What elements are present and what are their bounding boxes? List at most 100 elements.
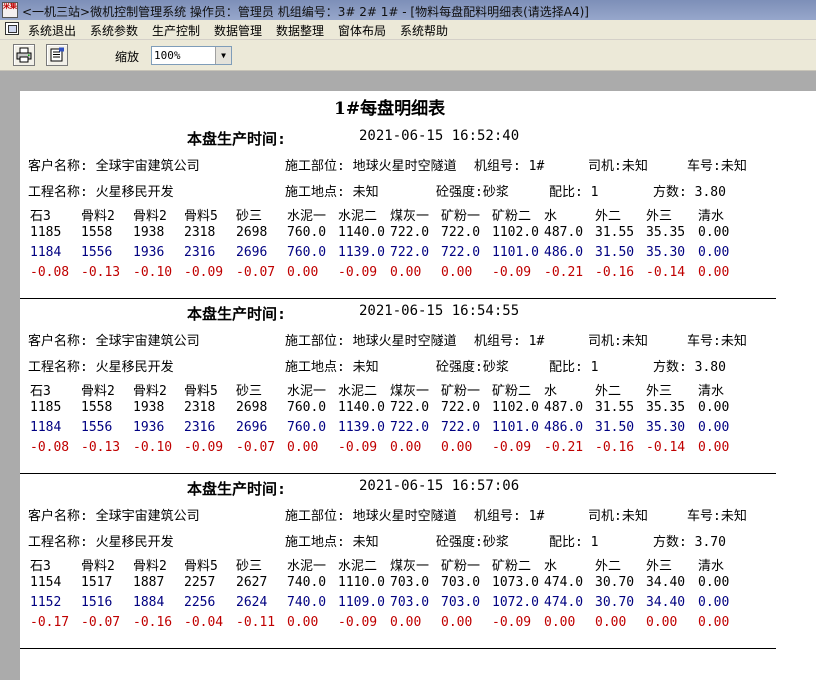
batch-record: 本盘生产时间: 2021-06-15 16:57:06 客户名称: 全球宇宙建筑公司… xyxy=(20,441,816,649)
column-header-cell: 水泥二 xyxy=(338,559,378,574)
driver-name: 司机:未知 xyxy=(588,159,648,174)
set-value-cell: 740.0 xyxy=(287,575,327,590)
column-header-cell: 矿粉二 xyxy=(492,384,532,399)
actual-value-cell: 2696 xyxy=(236,245,268,260)
set-value-cell: 1938 xyxy=(133,225,165,240)
actual-value-cell: 703.0 xyxy=(441,595,481,610)
time-label: 本盘生产时间: xyxy=(187,480,287,498)
actual-value-cell: 486.0 xyxy=(544,245,584,260)
driver-name: 司机:未知 xyxy=(588,509,648,524)
mix-ratio: 配比: 1 xyxy=(549,535,599,550)
export-icon xyxy=(50,47,64,62)
actual-value-cell: 703.0 xyxy=(390,595,430,610)
set-value-cell: 2627 xyxy=(236,575,268,590)
set-value-cell: 760.0 xyxy=(287,400,327,415)
column-header-cell: 水 xyxy=(544,209,558,224)
zoom-select[interactable]: 100% ▼ xyxy=(151,46,232,65)
column-header-cell: 清水 xyxy=(698,384,725,399)
column-header-cell: 水泥二 xyxy=(338,384,378,399)
column-header-cell: 水 xyxy=(544,384,558,399)
column-header-cell: 砂三 xyxy=(236,559,263,574)
construction-site: 施工部位: 地球火星时空隧道 xyxy=(285,509,457,524)
column-header-cell: 骨料2 xyxy=(81,209,115,224)
zoom-label: 缩放 xyxy=(115,50,140,64)
menu-window-layout[interactable]: 窗体布局 xyxy=(338,22,386,39)
volume: 方数: 3.80 xyxy=(653,185,726,200)
column-header-cell: 石3 xyxy=(30,559,51,574)
production-time: 2021-06-15 16:54:55 xyxy=(359,303,520,319)
column-header-cell: 骨料2 xyxy=(133,209,167,224)
construction-location: 施工地点: 未知 xyxy=(285,360,379,375)
chevron-down-icon[interactable]: ▼ xyxy=(215,47,231,64)
customer-name: 客户名称: 全球宇宙建筑公司 xyxy=(28,334,200,349)
set-value-cell: 1154 xyxy=(30,575,62,590)
actual-value-cell: 1101.0 xyxy=(492,420,539,435)
column-header-cell: 石3 xyxy=(30,209,51,224)
actual-value-cell: 35.30 xyxy=(646,420,686,435)
driver-name: 司机:未知 xyxy=(588,334,648,349)
column-header-cell: 外二 xyxy=(595,209,622,224)
actual-value-cell: 2316 xyxy=(184,420,216,435)
set-value-cell: 722.0 xyxy=(390,225,430,240)
column-header-cell: 矿粉二 xyxy=(492,209,532,224)
actual-value-cell: 1556 xyxy=(81,245,113,260)
deviation-value-cell: 0.00 xyxy=(390,615,422,630)
actual-value-cell: 0.00 xyxy=(698,595,730,610)
export-button[interactable] xyxy=(46,44,68,66)
construction-location: 施工地点: 未知 xyxy=(285,185,379,200)
window-title-bar[interactable]: 采集 <一机三站>微机控制管理系统 操作员：管理员 机组编号：3# 2# 1# … xyxy=(0,0,816,20)
deviation-value-cell: 0.00 xyxy=(646,615,678,630)
batch-record: 本盘生产时间: 2021-06-15 16:52:40 客户名称: 全球宇宙建筑公司… xyxy=(20,91,816,299)
menu-system-exit[interactable]: 系统退出 xyxy=(28,22,76,39)
volume: 方数: 3.80 xyxy=(653,360,726,375)
set-value-cell: 1102.0 xyxy=(492,400,539,415)
actual-value-cell: 722.0 xyxy=(390,420,430,435)
customer-name: 客户名称: 全球宇宙建筑公司 xyxy=(28,159,200,174)
menu-production-control[interactable]: 生产控制 xyxy=(152,22,200,39)
set-value-cell: 1517 xyxy=(81,575,113,590)
construction-site: 施工部位: 地球火星时空隧道 xyxy=(285,159,457,174)
set-value-cell: 34.40 xyxy=(646,575,686,590)
deviation-value-cell: -0.16 xyxy=(133,615,173,630)
set-value-cell: 722.0 xyxy=(390,400,430,415)
column-header-cell: 石3 xyxy=(30,384,51,399)
set-value-cell: 2257 xyxy=(184,575,216,590)
set-value-cell: 1887 xyxy=(133,575,165,590)
production-time: 2021-06-15 16:52:40 xyxy=(359,128,520,144)
set-value-cell: 0.00 xyxy=(698,575,730,590)
print-button[interactable] xyxy=(13,44,35,66)
set-value-cell: 31.55 xyxy=(595,400,635,415)
column-header-cell: 骨料5 xyxy=(184,209,218,224)
set-value-cell: 1185 xyxy=(30,400,62,415)
menu-data-management[interactable]: 数据管理 xyxy=(214,22,262,39)
set-value-cell: 1140.0 xyxy=(338,400,385,415)
actual-value-cell: 34.40 xyxy=(646,595,686,610)
column-header-cell: 水泥一 xyxy=(287,559,327,574)
menu-system-params[interactable]: 系统参数 xyxy=(90,22,138,39)
set-value-cell: 2698 xyxy=(236,225,268,240)
column-header-cell: 煤灰一 xyxy=(390,209,430,224)
set-value-cell: 35.35 xyxy=(646,400,686,415)
actual-value-cell: 1516 xyxy=(81,595,113,610)
column-header-cell: 砂三 xyxy=(236,209,263,224)
actual-value-cell: 1556 xyxy=(81,420,113,435)
actual-value-cell: 1936 xyxy=(133,245,165,260)
column-header-cell: 水泥二 xyxy=(338,209,378,224)
time-label: 本盘生产时间: xyxy=(187,305,287,323)
deviation-value-cell: -0.09 xyxy=(338,615,378,630)
actual-value-cell: 760.0 xyxy=(287,245,327,260)
column-header-cell: 外三 xyxy=(646,384,673,399)
concrete-strength: 砼强度:砂浆 xyxy=(436,360,509,375)
set-value-cell: 2318 xyxy=(184,400,216,415)
column-header-cell: 骨料2 xyxy=(133,559,167,574)
vehicle-number: 车号:未知 xyxy=(687,509,747,524)
app-icon[interactable]: 采集 xyxy=(2,2,18,18)
deviation-value-cell: -0.04 xyxy=(184,615,224,630)
set-value-cell: 703.0 xyxy=(390,575,430,590)
menu-system-help[interactable]: 系统帮助 xyxy=(400,22,448,39)
set-value-cell: 31.55 xyxy=(595,225,635,240)
actual-value-cell: 1072.0 xyxy=(492,595,539,610)
child-window-icon[interactable] xyxy=(5,22,19,35)
actual-value-cell: 722.0 xyxy=(441,420,481,435)
menu-data-organize[interactable]: 数据整理 xyxy=(276,22,324,39)
